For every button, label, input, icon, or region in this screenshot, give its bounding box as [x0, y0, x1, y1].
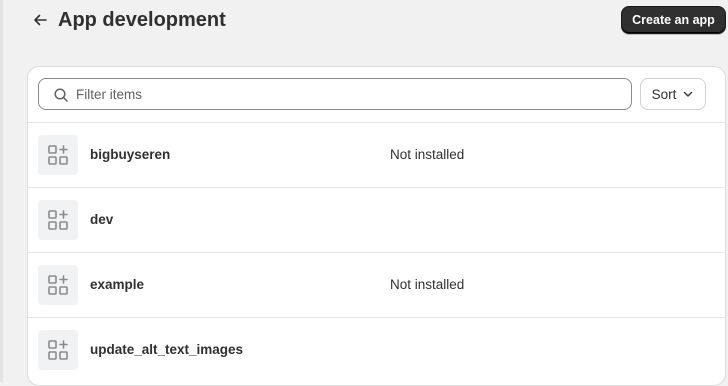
app-name: dev [90, 212, 114, 227]
app-row-example[interactable]: example Not installed [28, 253, 725, 318]
filter-input[interactable] [76, 79, 616, 109]
page-edge [0, 0, 3, 382]
arrow-left-icon [34, 14, 47, 26]
app-row-bigbuyseren[interactable]: bigbuyseren Not installed [28, 123, 725, 188]
apps-icon [38, 200, 78, 240]
app-name: example [90, 277, 145, 292]
app-row-update-alt-text-images[interactable]: update_alt_text_images [28, 318, 725, 383]
search-field[interactable] [38, 78, 632, 110]
apps-icon [38, 135, 78, 175]
app-status: Not installed [390, 277, 465, 292]
search-icon [54, 88, 68, 102]
back-button[interactable] [28, 8, 52, 32]
filter-toolbar: Sort [28, 67, 725, 123]
create-app-button[interactable]: Create an app [621, 6, 726, 34]
sort-label: Sort [651, 86, 677, 102]
page-title: App development [58, 9, 226, 31]
apps-icon [38, 330, 78, 370]
app-name: update_alt_text_images [90, 342, 244, 357]
app-status: Not installed [390, 147, 465, 162]
sort-button[interactable]: Sort [640, 78, 706, 110]
app-row-dev[interactable]: dev [28, 188, 725, 253]
app-name: bigbuyseren [90, 147, 171, 162]
apps-card: Sort bigbuyseren Not installed [27, 66, 726, 386]
apps-icon [38, 265, 78, 305]
chevron-down-icon [684, 91, 693, 97]
